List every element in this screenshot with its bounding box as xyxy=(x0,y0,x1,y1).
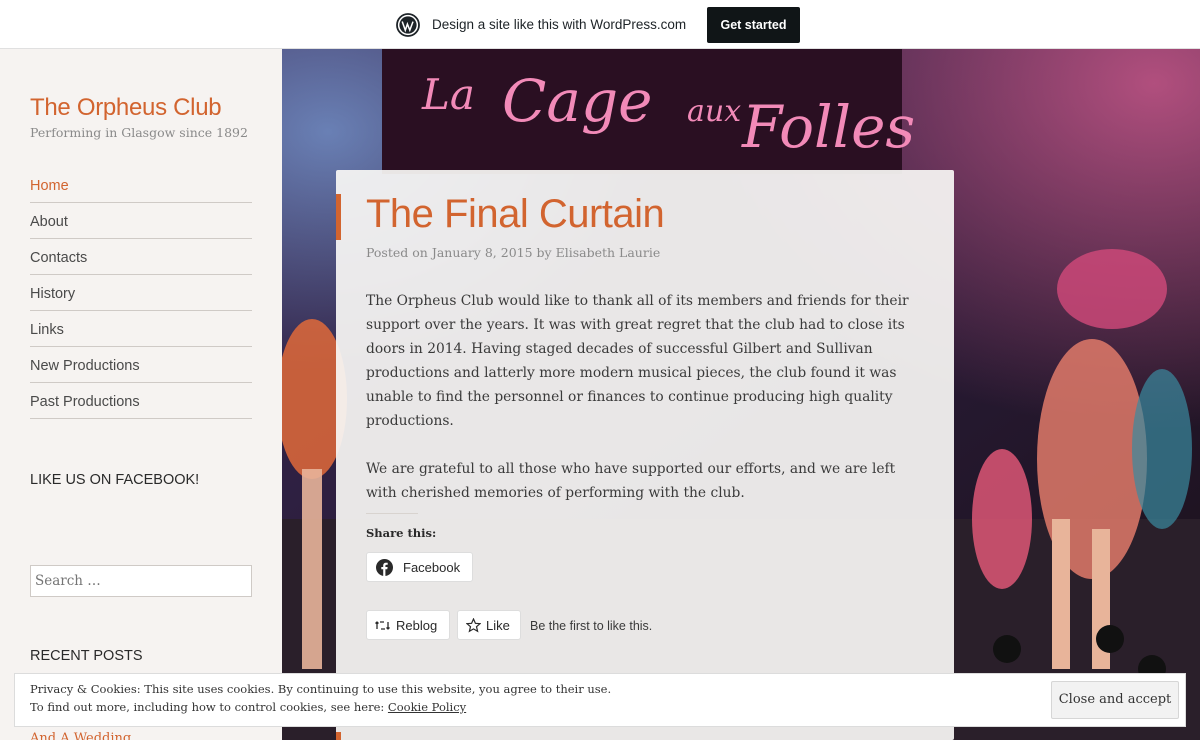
reblog-icon xyxy=(375,621,390,630)
menu-item-past-productions[interactable]: Past Productions xyxy=(30,383,252,419)
share-heading: Share this: xyxy=(366,526,437,540)
get-started-button[interactable]: Get started xyxy=(707,7,800,43)
meta-prefix: Posted on xyxy=(366,245,428,260)
facebook-widget-title: LIKE US ON FACEBOOK! xyxy=(30,472,200,488)
next-post-accent-bar xyxy=(336,732,341,740)
share-divider xyxy=(366,513,418,514)
site-title[interactable]: The Orpheus Club xyxy=(30,94,222,122)
post-date-link[interactable]: January 8, 2015 xyxy=(432,245,533,260)
title-accent-bar xyxy=(336,194,341,240)
menu-item-history[interactable]: History xyxy=(30,275,252,311)
post-paragraph: We are grateful to all those who have su… xyxy=(366,461,896,501)
close-and-accept-button[interactable]: Close and accept xyxy=(1051,681,1179,719)
star-icon xyxy=(466,618,481,633)
menu-item-contacts[interactable]: Contacts xyxy=(30,239,252,275)
post-card: The Final Curtain Posted on January 8, 2… xyxy=(336,170,954,740)
reblog-label: Reblog xyxy=(396,618,438,633)
recent-posts-title: RECENT POSTS xyxy=(30,648,143,664)
author-link[interactable]: Elisabeth Laurie xyxy=(556,245,661,260)
cookie-policy-link[interactable]: Cookie Policy xyxy=(388,700,466,714)
menu-item-links[interactable]: Links xyxy=(30,311,252,347)
post-title[interactable]: The Final Curtain xyxy=(366,192,665,237)
meta-by: by xyxy=(536,245,552,260)
main-menu: Home About Contacts History Links New Pr… xyxy=(30,167,252,419)
wordpress-promo-bar: Design a site like this with WordPress.c… xyxy=(0,0,1200,49)
post-content: The Orpheus Club would like to thank all… xyxy=(366,289,922,529)
search-input[interactable] xyxy=(30,565,252,597)
menu-item-home[interactable]: Home xyxy=(30,167,252,203)
like-label: Like xyxy=(486,618,510,633)
promo-text[interactable]: Design a site like this with WordPress.c… xyxy=(432,17,686,32)
share-facebook-button[interactable]: Facebook xyxy=(366,552,473,582)
sidebar: The Orpheus Club Performing in Glasgow s… xyxy=(0,49,282,740)
post-paragraph: The Orpheus Club would like to thank all… xyxy=(366,293,909,429)
sign-text: aux xyxy=(687,94,741,129)
cookie-text-prefix: To find out more, including how to contr… xyxy=(30,700,385,714)
facebook-label: Facebook xyxy=(403,560,461,575)
like-button[interactable]: Like xyxy=(457,610,521,640)
cookie-text: Privacy & Cookies: This site uses cookie… xyxy=(30,682,612,696)
likes-count-text: Be the first to like this. xyxy=(530,619,653,633)
sign-text: Folles xyxy=(741,93,915,161)
cookie-banner: Privacy & Cookies: This site uses cookie… xyxy=(14,673,1186,727)
menu-item-about[interactable]: About xyxy=(30,203,252,239)
recent-post-link[interactable]: And A Wedding xyxy=(30,731,131,740)
reblog-button[interactable]: Reblog xyxy=(366,610,450,640)
cookie-text-2: To find out more, including how to contr… xyxy=(30,700,466,714)
wordpress-logo-icon[interactable] xyxy=(396,13,420,37)
sign-text: Cage xyxy=(502,67,652,135)
site-description: Performing in Glasgow since 1892 xyxy=(30,125,248,140)
sign-text: La xyxy=(421,70,475,119)
post-meta: Posted on January 8, 2015 by Elisabeth L… xyxy=(366,245,660,260)
facebook-icon xyxy=(376,559,393,576)
menu-item-new-productions[interactable]: New Productions xyxy=(30,347,252,383)
